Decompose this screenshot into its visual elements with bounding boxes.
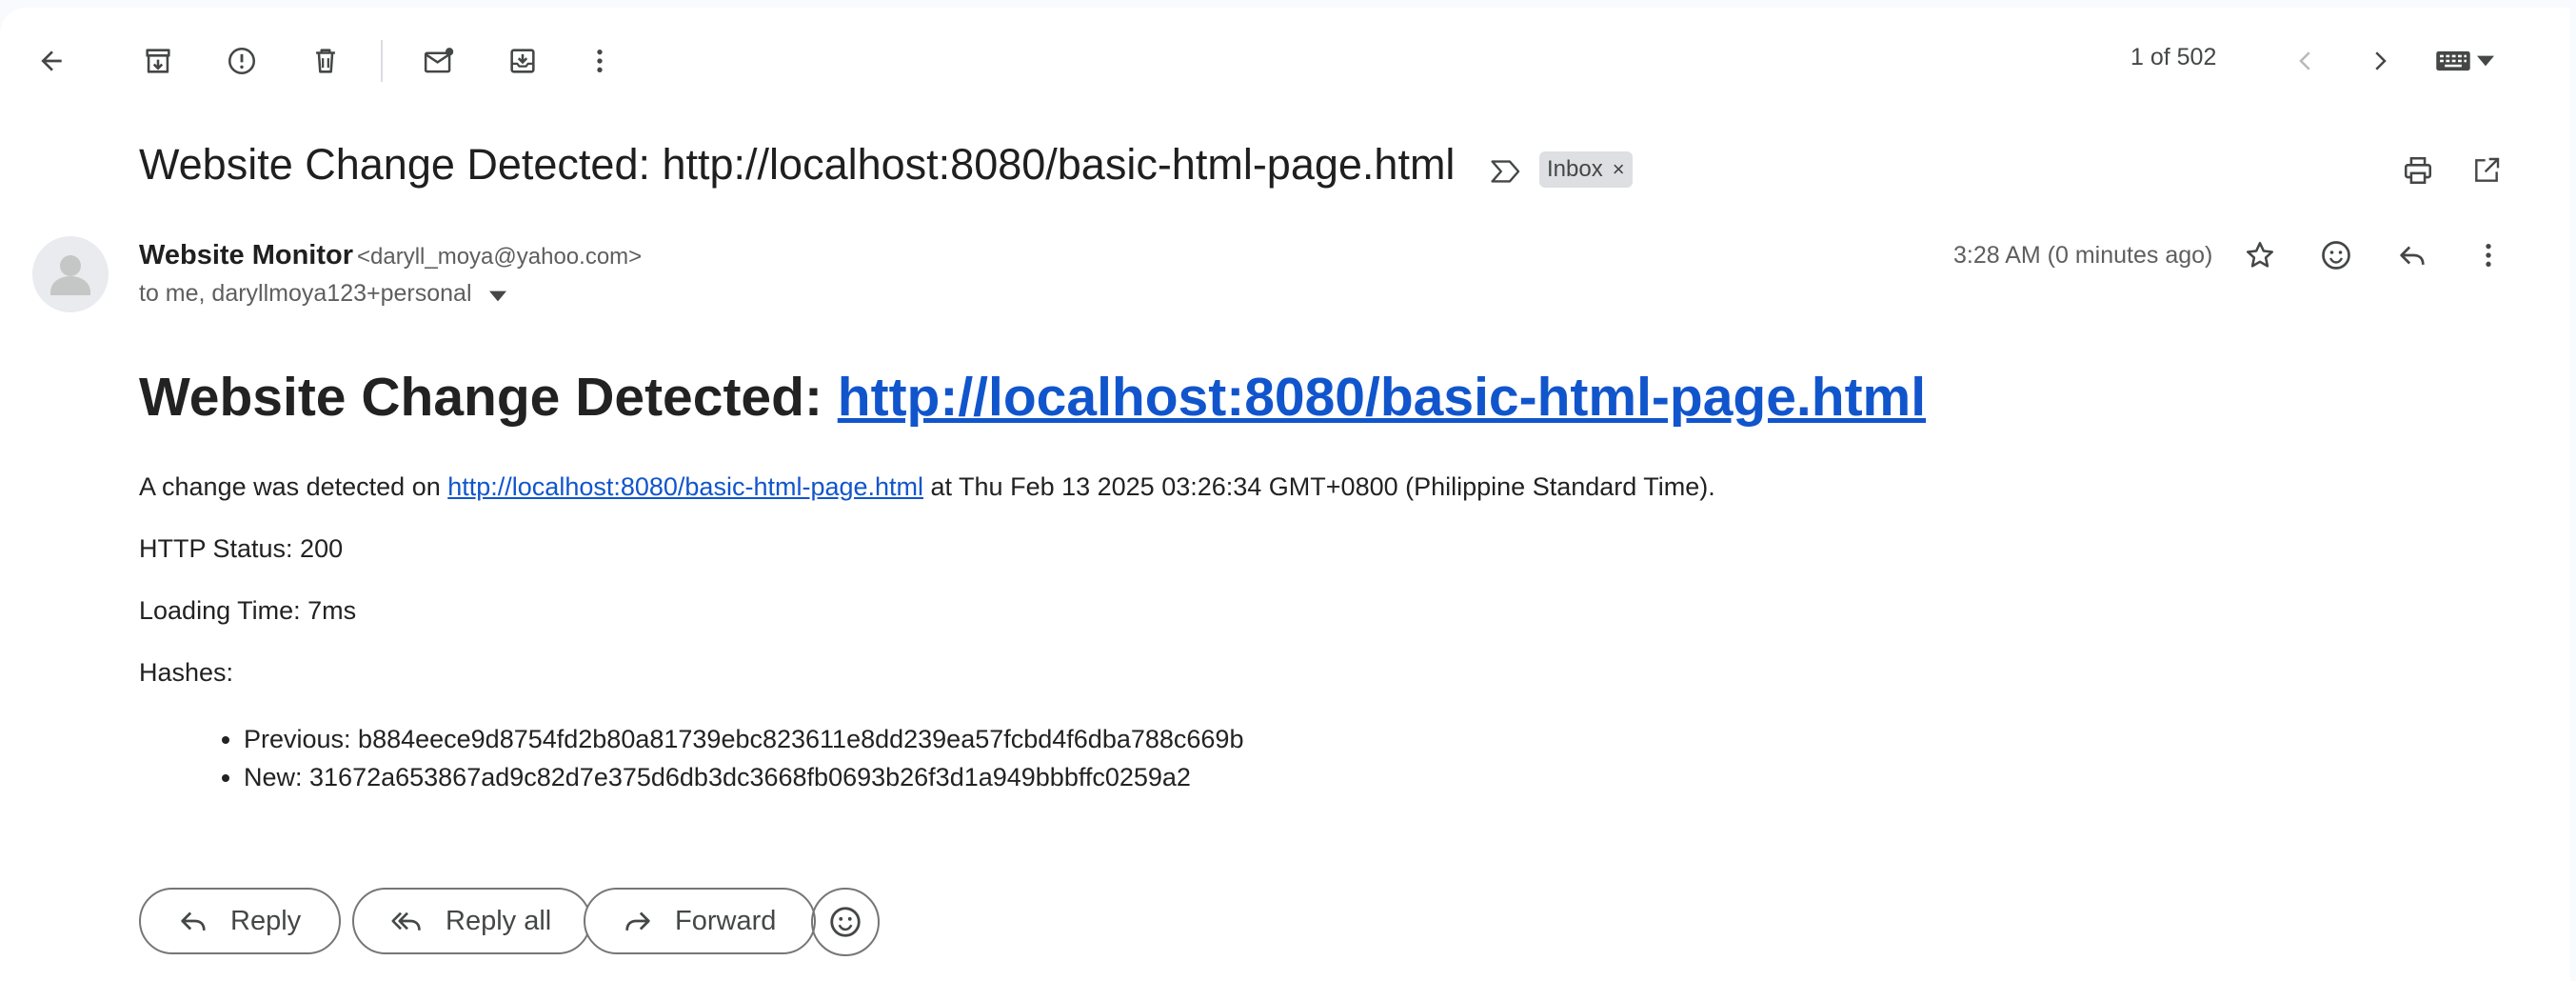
emoji-icon (827, 904, 863, 940)
hash-previous: Previous: b884eece9d8754fd2b80a81739ebc8… (244, 720, 1243, 758)
body-heading-prefix: Website Change Detected: (139, 367, 838, 428)
hash-list: Previous: b884eece9d8754fd2b80a81739ebc8… (139, 720, 1243, 796)
recipients: to me, daryllmoya123+personal (139, 280, 507, 309)
move-to-icon[interactable] (488, 27, 557, 95)
importance-marker-icon[interactable] (1487, 152, 1525, 190)
email-timestamp: 3:28 AM (0 minutes ago) (1953, 242, 2213, 269)
pager-count: 1 of 502 (2130, 44, 2217, 70)
loading-time: Loading Time: 7ms (139, 596, 357, 625)
star-icon[interactable] (2226, 221, 2294, 290)
label-chip-inbox: Inbox × (1539, 151, 1633, 188)
add-reaction-icon[interactable] (2302, 221, 2370, 290)
caret-down-icon (2477, 55, 2494, 67)
remove-label-button[interactable]: × (1613, 157, 1625, 182)
recipient-details-icon[interactable] (489, 281, 507, 309)
change-link[interactable]: http://localhost:8080/basic-html-page.ht… (447, 472, 923, 501)
label-chip-text: Inbox (1547, 156, 1603, 182)
trash-icon[interactable] (291, 27, 360, 95)
avatar[interactable] (32, 236, 109, 312)
arrow-back-icon[interactable] (17, 27, 86, 95)
reply-all-label: Reply all (446, 905, 552, 936)
mark-unread-icon[interactable] (405, 27, 473, 95)
more-vert-icon[interactable] (565, 27, 634, 95)
hashes-label: Hashes: (139, 658, 234, 687)
reply-all-button[interactable]: Reply all (352, 888, 592, 954)
change-suffix: at Thu Feb 13 2025 03:26:34 GMT+0800 (Ph… (923, 472, 1715, 501)
chevron-left-icon[interactable] (2271, 27, 2340, 95)
input-tools-button[interactable] (2429, 42, 2500, 80)
message-more-vert-icon[interactable] (2454, 221, 2523, 290)
keyboard-icon (2435, 48, 2471, 74)
change-prefix: A change was detected on (139, 472, 448, 501)
open-in-new-window-icon[interactable] (2452, 136, 2521, 205)
recipients-text: to me, daryllmoya123+personal (139, 280, 472, 307)
body-heading-link[interactable]: http://localhost:8080/basic-html-page.ht… (838, 367, 1926, 428)
archive-icon[interactable] (124, 27, 192, 95)
reply-label: Reply (230, 905, 302, 936)
email-subject: Website Change Detected: http://localhos… (139, 140, 1456, 189)
sender-name[interactable]: Website Monitor (139, 240, 353, 271)
http-status: HTTP Status: 200 (139, 534, 344, 563)
sender-email: <daryll_moya@yahoo.com> (357, 244, 643, 270)
reply-icon[interactable] (2378, 221, 2447, 290)
report-spam-icon[interactable] (208, 27, 276, 95)
reply-icon (177, 905, 209, 937)
toolbar-divider (381, 40, 383, 82)
emoji-reaction-button[interactable] (811, 888, 880, 956)
forward-button[interactable]: Forward (584, 888, 817, 954)
reply-all-icon (390, 905, 425, 937)
forward-label: Forward (675, 905, 777, 936)
chevron-right-icon[interactable] (2346, 27, 2414, 95)
hash-new: New: 31672a653867ad9c82d7e375d6db3dc3668… (244, 758, 1243, 796)
forward-icon (622, 905, 654, 937)
email-view: 1 of 502 Website Change Detected: http:/… (0, 8, 2570, 981)
change-paragraph: A change was detected on http://localhos… (139, 472, 1715, 502)
reply-button[interactable]: Reply (139, 888, 342, 954)
body-heading: Website Change Detected: http://localhos… (139, 366, 1926, 429)
print-icon[interactable] (2384, 136, 2452, 205)
